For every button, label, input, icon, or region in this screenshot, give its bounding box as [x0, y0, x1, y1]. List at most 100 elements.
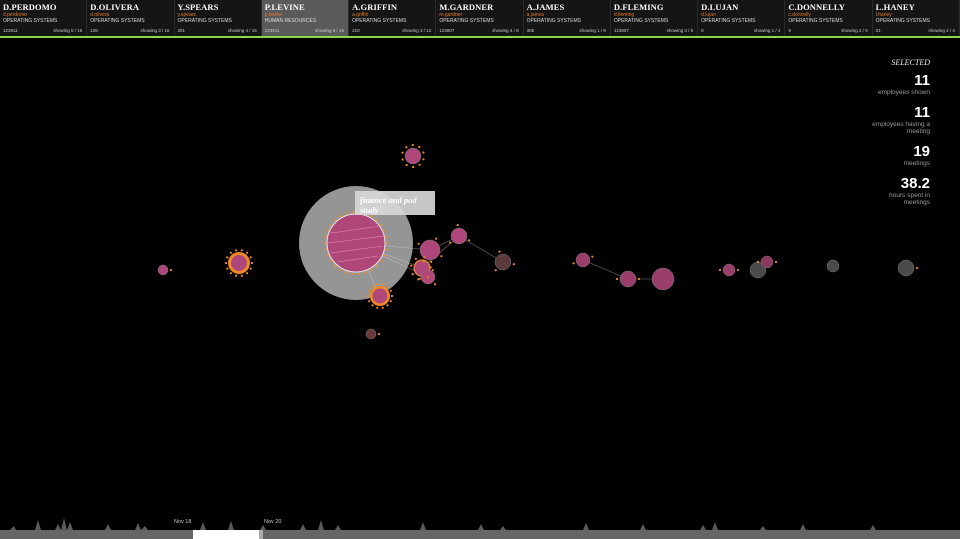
attendee-dot: [422, 151, 425, 154]
employee-name: D.OLIVERA: [90, 2, 140, 12]
meeting-node[interactable]: [826, 259, 840, 273]
attendee-dot: [377, 332, 381, 336]
attendee-dot: [326, 254, 329, 257]
attendee-dot: [498, 250, 501, 253]
meeting-node[interactable]: [619, 270, 637, 288]
attendee-dot: [410, 264, 413, 267]
attendee-dot: [381, 283, 384, 286]
employee-tab-d-olivera[interactable]: D.OLIVERA d.olivera OPERATING SYSTEMS 136 sh…: [87, 0, 175, 36]
employee-tab-a-james[interactable]: A.JAMES a.james OPERATING SYSTEMS 305 showin…: [524, 0, 611, 36]
selection-stats: SELECTED 11 employees shown 11 employees…: [820, 58, 930, 215]
employee-tab-p-levine[interactable]: P.LEVINE p.levine HUMAN RESOURCES 123811 sho…: [261, 0, 350, 36]
employee-name: M.GARDNER: [439, 2, 494, 12]
attendee-dot: [389, 300, 392, 303]
attendee-dot: [429, 266, 432, 269]
stat-value: 11: [914, 104, 930, 121]
timeline[interactable]: [0, 505, 960, 539]
employee-department: OPERATING SYSTEMS: [177, 18, 232, 24]
attendee-dot: [376, 283, 379, 286]
employee-department: OPERATING SYSTEMS: [526, 18, 581, 24]
meeting-node[interactable]: [651, 267, 675, 291]
meeting-node[interactable]: [365, 328, 377, 340]
stat-label: hours spent in meetings: [889, 192, 930, 206]
attendee-dot: [385, 248, 388, 251]
attendee-dot: [250, 261, 254, 265]
attendee-dot: [405, 146, 408, 149]
attendee-dot: [371, 285, 374, 288]
stat-value: 38.2: [900, 175, 930, 192]
employee-id: 210: [352, 28, 360, 33]
meeting-tooltip: finance and pod study: [355, 191, 435, 215]
attendee-dot: [385, 235, 388, 238]
employee-id: 123811: [264, 28, 280, 33]
attendee-dot: [323, 241, 327, 245]
meeting-node[interactable]: [404, 147, 422, 165]
attendee-dot: [433, 283, 437, 286]
meeting-node[interactable]: [326, 213, 386, 273]
attendee-dot: [468, 239, 471, 242]
meeting-node[interactable]: [231, 255, 247, 271]
employee-tab-l-haney[interactable]: L.HANEY l.haney OPERATING SYSTEMS 01 showing…: [873, 0, 960, 36]
attendee-dot: [375, 264, 378, 268]
employee-department: OPERATING SYSTEMS: [3, 18, 58, 24]
attendee-dot: [249, 256, 252, 259]
meeting-node[interactable]: [494, 253, 512, 271]
meeting-node[interactable]: [157, 264, 169, 276]
meeting-node[interactable]: [372, 288, 388, 304]
meeting-node[interactable]: [575, 252, 591, 268]
meeting-node[interactable]: [897, 259, 915, 277]
timeline-handle[interactable]: [259, 530, 263, 539]
employee-department: OPERATING SYSTEMS: [439, 18, 494, 24]
attendee-dot: [389, 289, 392, 292]
meeting-node[interactable]: [450, 227, 468, 245]
attendee-dot: [351, 272, 354, 275]
attendee-dot: [418, 163, 421, 166]
attendee-dot: [422, 260, 425, 263]
attendee-dot: [386, 285, 389, 288]
attendee-dot: [345, 212, 348, 215]
attendee-dot: [229, 272, 232, 275]
attendee-dot: [383, 254, 386, 257]
employee-showing-count: showing 1 / 4: [753, 28, 781, 33]
stat-hours: 38.2 hours spent in meetings: [820, 175, 930, 207]
attendee-dot: [224, 261, 228, 265]
attendee-dot: [329, 223, 332, 226]
attendee-dot: [615, 277, 619, 281]
attendee-dot: [380, 223, 383, 226]
attendee-dot: [494, 269, 497, 272]
attendee-dot: [385, 241, 389, 245]
employee-showing-count: showing 4 / 8: [492, 28, 519, 33]
employee-department: HUMAN RESOURCES: [264, 18, 317, 24]
employee-tab-m-gardner[interactable]: M.GARDNER m.gardner OPERATING SYSTEMS 12380…: [436, 0, 524, 36]
meeting-node[interactable]: [760, 255, 774, 269]
employee-tab-a-griffin[interactable]: A.GRIFFIN a.griffin OPERATING SYSTEMS 210 sh…: [349, 0, 437, 36]
timeline-window[interactable]: [193, 530, 259, 539]
attendee-dot: [329, 260, 332, 263]
attendee-dot: [240, 274, 243, 277]
attendee-dot: [411, 273, 414, 276]
employee-id: 123807: [439, 28, 455, 33]
employee-tab-y-spears[interactable]: Y.SPEARS y.spears OPERATING SYSTEMS 201 show…: [175, 0, 262, 36]
attendee-dot: [326, 229, 329, 232]
meeting-node[interactable]: [419, 239, 441, 261]
attendee-dot: [226, 267, 229, 270]
employee-tab-d-lujan[interactable]: D.LUJAN d.lujan OPERATING SYSTEMS 8 showing …: [698, 0, 786, 36]
attendee-dot: [381, 306, 384, 309]
meeting-nodes: [157, 147, 915, 340]
employee-tab-d-fleming[interactable]: D.FLEMING d.fleming OPERATING SYSTEMS 12380…: [611, 0, 699, 36]
attendee-dot: [235, 274, 238, 277]
employee-id: 123807: [613, 28, 629, 33]
attendee-dot: [334, 264, 337, 268]
attendee-dot: [449, 241, 452, 244]
employee-tab-c-donnelly[interactable]: C.DONNELLY c.donnelly OPERATING SYSTEMS 9 sh…: [785, 0, 873, 36]
meeting-node[interactable]: [722, 263, 736, 277]
attendee-dot: [435, 237, 438, 240]
attendee-dot: [383, 229, 386, 232]
employee-tab-d-perdomo[interactable]: D.PERDOMO d.perdomo OPERATING SYSTEMS 12381…: [0, 0, 88, 36]
meeting-network: [157, 143, 919, 340]
attendee-dot: [246, 272, 249, 275]
employee-id: 8: [701, 28, 704, 33]
employee-id: 201: [177, 28, 186, 33]
employee-name: A.JAMES: [526, 2, 565, 12]
employee-name: D.FLEMING: [613, 2, 664, 12]
